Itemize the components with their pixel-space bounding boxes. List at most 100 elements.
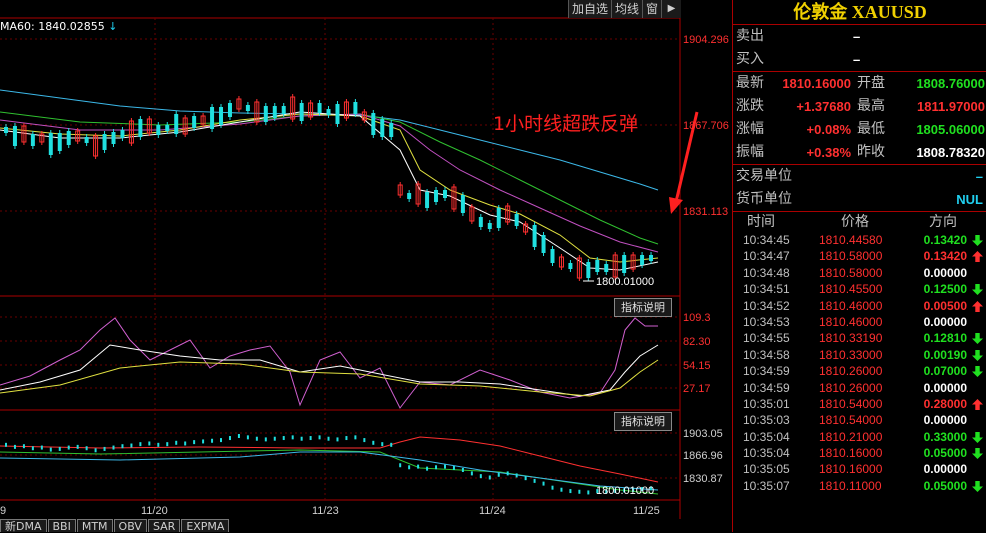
annotation-text: 1小时线超跌反弹 (493, 113, 639, 135)
indicator-tabs: 新DMA BBI MTM OBV SAR EXPMA (0, 519, 230, 533)
tick-time: 10:34:48 (743, 265, 790, 280)
tab-indicator[interactable]: MTM (76, 519, 113, 533)
stat-label: 涨跌 (736, 98, 764, 114)
ind1-axis-label: 109.3 (683, 312, 711, 324)
tick-time: 10:35:04 (743, 429, 790, 444)
tick-row[interactable]: 10:35:07 1810.11000 0.05000 (733, 478, 986, 494)
window-button[interactable]: 窗 (642, 0, 661, 18)
stat-value: 1810.16000 (782, 76, 851, 91)
candlestick-chart[interactable]: 1904.296 1867.706 1831.113 109.3 82.30 5… (0, 0, 732, 532)
sell-row: 卖出 – (733, 25, 986, 48)
stat-value: 1808.78320 (916, 145, 985, 160)
tick-price: 1810.33190 (819, 331, 883, 346)
tick-row[interactable]: 10:34:45 1810.44580 0.13420 (733, 232, 986, 248)
stat-label: 最低 (857, 121, 885, 137)
tick-row[interactable]: 10:35:04 1810.16000 0.05000 (733, 445, 986, 461)
date-axis-label: 9 (0, 505, 6, 517)
date-axis-label: 11/20 (141, 505, 168, 517)
tick-row[interactable]: 10:34:47 1810.58000 0.13420 (733, 248, 986, 264)
tab-indicator[interactable]: SAR (147, 519, 181, 533)
indicator2-help-button[interactable]: 指标说明 (614, 412, 672, 431)
ma60-value: MA60: 1840.02855 (0, 20, 105, 33)
tick-price: 1810.33000 (819, 347, 883, 362)
arrow-up-icon (972, 398, 983, 410)
ind1-axis-label: 82.30 (683, 336, 711, 348)
tick-row[interactable]: 10:34:59 1810.26000 0.00000 (733, 380, 986, 396)
tick-volume: 0.12500 (923, 282, 967, 297)
tick-volume: 0.05000 (923, 478, 967, 493)
tick-price: 1810.46000 (819, 298, 883, 313)
tick-time: 10:34:55 (743, 331, 790, 346)
tick-price: 1810.26000 (819, 364, 883, 379)
tab-indicator[interactable]: EXPMA (181, 519, 230, 533)
tick-row[interactable]: 10:34:52 1810.46000 0.00500 (733, 298, 986, 314)
ma-line-button[interactable]: 均线 (611, 0, 642, 18)
arrow-up-icon (972, 251, 983, 263)
ind1-axis-label: 54.15 (683, 360, 711, 372)
add-watchlist-button[interactable]: 加自选 (568, 0, 611, 18)
tick-price: 1810.54000 (819, 396, 883, 411)
tab-indicator[interactable]: OBV (113, 519, 147, 533)
tick-row[interactable]: 10:35:05 1810.16000 0.00000 (733, 461, 986, 477)
stat-value: 1808.76000 (916, 76, 985, 91)
stat-value: 1811.97000 (917, 99, 985, 114)
chart-area[interactable]: 1904.296 1867.706 1831.113 109.3 82.30 5… (0, 0, 732, 533)
tick-row[interactable]: 10:34:58 1810.33000 0.00190 (733, 347, 986, 363)
tick-price: 1810.26000 (819, 380, 883, 395)
col-direction: 方向 (929, 214, 957, 230)
tick-price: 1810.54000 (819, 413, 883, 428)
tab-indicator[interactable]: 新DMA (0, 519, 47, 533)
tick-row[interactable]: 10:34:53 1810.46000 0.00000 (733, 314, 986, 330)
tick-time: 10:35:07 (743, 478, 790, 493)
quote-stat-row: 涨跌 +1.37680 最高 1811.97000 (733, 95, 986, 118)
tick-price: 1810.58000 (819, 249, 883, 264)
tick-table[interactable]: 10:34:45 1810.44580 0.13420 10:34:47 1810.58… (733, 232, 986, 494)
tick-time: 10:34:51 (743, 282, 790, 297)
tab-indicator[interactable]: BBI (47, 519, 76, 533)
ind1-axis-label: 27.17 (683, 383, 711, 395)
tick-time: 10:34:58 (743, 347, 790, 362)
indicator1-help-button[interactable]: 指标说明 (614, 298, 672, 317)
currency-unit-label: 货币单位 (736, 191, 792, 207)
band-indicator-lines (0, 434, 659, 495)
tick-volume: 0.00500 (923, 298, 967, 313)
trade-unit-label: 交易单位 (736, 168, 792, 184)
stat-value: +0.38% (806, 145, 851, 160)
arrow-down-icon: ↓ (108, 20, 118, 33)
stat-label: 昨收 (857, 144, 885, 160)
col-time: 时间 (747, 214, 775, 230)
tick-row[interactable]: 10:35:03 1810.54000 0.00000 (733, 412, 986, 428)
tick-row[interactable]: 10:34:48 1810.58000 0.00000 (733, 265, 986, 281)
flat-icon (973, 419, 982, 422)
flat-icon (973, 468, 982, 472)
tick-time: 10:34:45 (743, 233, 790, 247)
stat-label: 开盘 (857, 75, 885, 91)
stat-value: +0.08% (806, 122, 851, 137)
ma60-readout: MA60: 1840.02855 ↓ (0, 20, 117, 33)
tick-row[interactable]: 10:34:51 1810.45500 0.12500 (733, 281, 986, 297)
arrow-up-icon (972, 300, 983, 312)
sell-value: – (853, 29, 861, 44)
arrow-down-icon (972, 284, 983, 296)
tick-volume: 0.12810 (923, 331, 967, 346)
ind2-axis-label: 1830.87 (683, 473, 723, 485)
axis-labels: 1904.296 1867.706 1831.113 109.3 82.30 5… (0, 34, 729, 517)
stat-value: 1805.06000 (916, 122, 985, 137)
tick-volume: 0.00000 (923, 380, 967, 395)
oscillator-lines (0, 317, 659, 409)
arrow-down-icon (972, 448, 983, 460)
buy-label: 买入 (736, 51, 764, 67)
tick-price: 1810.44580 (819, 233, 883, 247)
tick-row[interactable]: 10:34:59 1810.26000 0.07000 (733, 363, 986, 379)
tick-volume: 0.13420 (923, 233, 967, 247)
tick-volume: 0.00000 (923, 265, 967, 280)
tick-price: 1810.46000 (819, 314, 883, 329)
tick-row[interactable]: 10:35:04 1810.21000 0.33000 (733, 429, 986, 445)
tick-row[interactable]: 10:35:01 1810.54000 0.28000 (733, 396, 986, 412)
ind2-axis-label: 1903.05 (683, 428, 723, 440)
instrument-title: 伦敦金 XAUUSD (733, 0, 986, 25)
expand-panel-button[interactable]: ▶ (661, 0, 681, 18)
tick-price: 1810.16000 (819, 446, 883, 461)
flat-icon (973, 272, 982, 275)
tick-row[interactable]: 10:34:55 1810.33190 0.12810 (733, 330, 986, 346)
